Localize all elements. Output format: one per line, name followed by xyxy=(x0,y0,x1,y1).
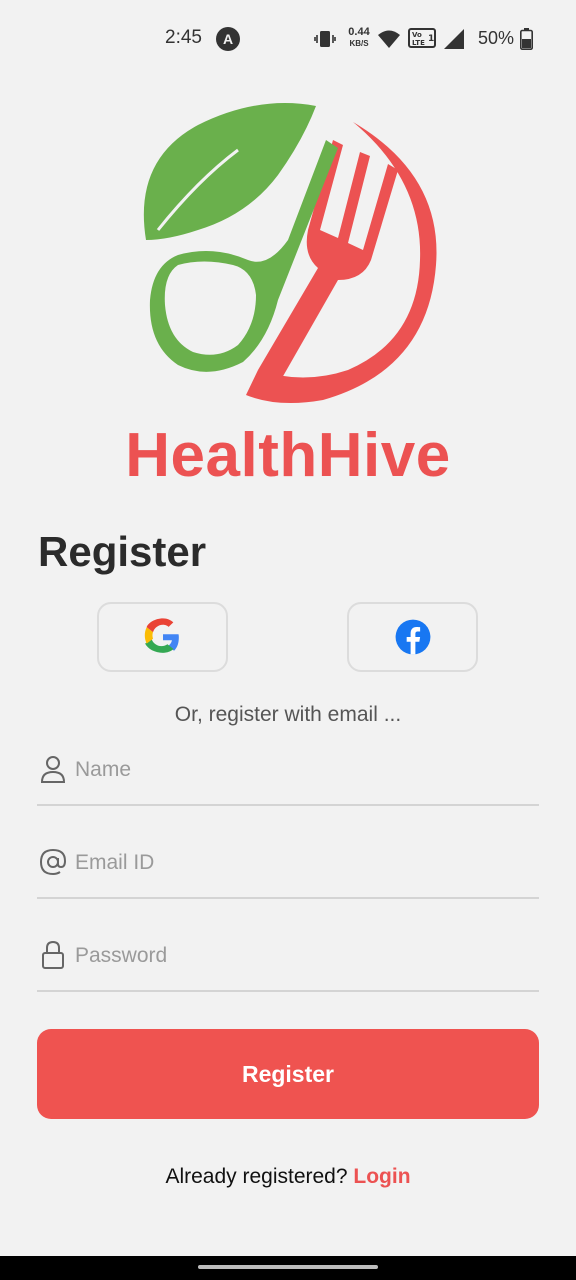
lock-icon xyxy=(42,940,64,969)
at-sign-icon xyxy=(39,848,67,876)
status-time: 2:45 xyxy=(165,27,202,48)
svg-text:Vo: Vo xyxy=(412,31,422,39)
password-field-row xyxy=(37,932,539,992)
network-speed-value: 0.44 xyxy=(348,26,370,38)
login-link[interactable]: Login xyxy=(353,1165,410,1188)
name-field-row xyxy=(37,746,539,806)
signal-icon xyxy=(444,29,464,49)
login-prompt-text: Already registered? xyxy=(165,1165,348,1188)
login-prompt: Already registered? Login xyxy=(0,1165,576,1189)
google-signup-button[interactable] xyxy=(97,602,228,672)
email-input[interactable] xyxy=(75,843,535,883)
facebook-icon xyxy=(395,619,430,655)
name-input[interactable] xyxy=(75,750,535,790)
svg-text:LTE: LTE xyxy=(412,39,425,47)
person-icon xyxy=(40,756,66,783)
gesture-handle[interactable] xyxy=(198,1265,378,1269)
network-speed: 0.44 KB/S xyxy=(344,27,374,49)
status-bar: 2:45 A 0.44 KB/S Vo LTE 1 50% xyxy=(0,0,576,78)
svg-text:1: 1 xyxy=(428,34,434,44)
register-button[interactable]: Register xyxy=(37,1029,539,1119)
vibrate-icon xyxy=(314,31,336,47)
brand-name: HealthHive xyxy=(125,421,451,490)
app-notification-icon: A xyxy=(216,27,240,51)
wifi-icon xyxy=(378,30,400,48)
social-separator-text: Or, register with email ... xyxy=(174,703,402,726)
volte-icon: Vo LTE 1 xyxy=(408,28,436,48)
healthhive-logo xyxy=(143,103,437,404)
battery-icon xyxy=(520,28,533,50)
page-title: Register xyxy=(38,528,207,575)
system-nav-bar xyxy=(0,1256,576,1280)
facebook-signup-button[interactable] xyxy=(347,602,478,672)
email-field-row xyxy=(37,839,539,899)
password-input[interactable] xyxy=(75,936,535,976)
network-speed-unit: KB/S xyxy=(349,39,369,48)
google-icon xyxy=(144,618,179,653)
battery-percent: 50% xyxy=(478,28,515,48)
